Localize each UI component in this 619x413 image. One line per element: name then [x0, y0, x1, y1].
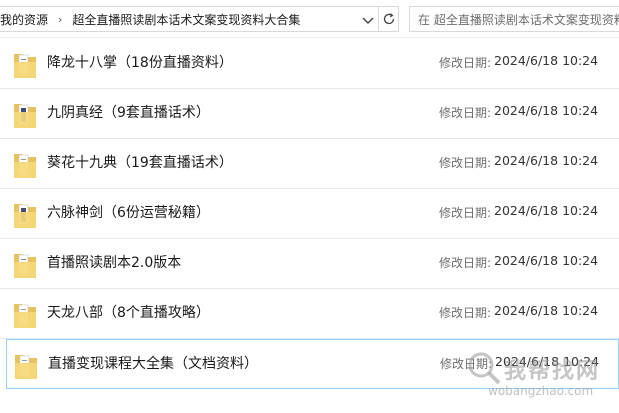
date-value: 2024/6/18 10:24 [494, 203, 599, 218]
folder-icon [15, 355, 37, 379]
list-item[interactable]: 葵花十九典（19套直播话术） 修改日期: 2024/6/18 10:24 [0, 139, 619, 189]
refresh-icon [383, 13, 394, 25]
folder-icon [14, 304, 36, 328]
folder-icon [14, 204, 36, 228]
folder-icon [14, 254, 36, 278]
date-value: 2024/6/18 10:24 [494, 303, 599, 318]
search-input[interactable]: 在 超全直播照读剧本话术文案变现资料大合集 中搜索 [409, 6, 619, 32]
date-value: 2024/6/18 10:24 [494, 153, 599, 168]
chevron-right-icon: › [58, 12, 63, 26]
date-value: 2024/6/18 10:24 [494, 253, 599, 268]
date-label: 修改日期: [439, 156, 492, 170]
date-value: 2024/6/18 10:24 [494, 53, 599, 68]
list-item[interactable]: 六脉神剑（6份运营秘籍） 修改日期: 2024/6/18 10:24 [0, 189, 619, 239]
file-name: 直播变现课程大全集（文档资料） [48, 356, 258, 372]
date-label: 修改日期: [439, 306, 492, 320]
date-value: 2024/6/18 10:24 [494, 103, 599, 118]
list-item[interactable]: 天龙八部（8个直播攻略） 修改日期: 2024/6/18 10:24 [0, 289, 619, 339]
folder-icon [14, 54, 36, 78]
file-name: 六脉神剑（6份运营秘籍） [47, 205, 210, 221]
watermark: 我帮找网 wobangzhao.com [462, 348, 619, 408]
search-placeholder: 在 超全直播照读剧本话术文案变现资料大合集 中搜索 [418, 12, 619, 27]
file-name: 首播照读剧本2.0版本 [47, 255, 182, 271]
magnifier-logo-icon [468, 352, 501, 385]
watermark-text: 我帮找网 [504, 359, 601, 384]
breadcrumb-item-parent[interactable]: 我的资源 [0, 11, 54, 28]
list-item[interactable]: 首播照读剧本2.0版本 修改日期: 2024/6/18 10:24 [0, 239, 619, 289]
date-label: 修改日期: [439, 106, 492, 120]
file-name: 天龙八部（8个直播攻略） [47, 305, 210, 321]
file-name: 降龙十八掌（18份直播资料） [47, 55, 233, 71]
list-item[interactable]: 九阴真经（9套直播话术） 修改日期: 2024/6/18 10:24 [0, 89, 619, 139]
address-bar: 我的资源 › 超全直播照读剧本话术文案变现资料大合集 在 超全直播照读剧本话术文… [0, 0, 619, 38]
breadcrumb[interactable]: 我的资源 › 超全直播照读剧本话术文案变现资料大合集 [0, 6, 379, 32]
date-label: 修改日期: [439, 206, 492, 220]
file-name: 葵花十九典（19套直播话术） [47, 155, 233, 171]
file-name: 九阴真经（9套直播话术） [47, 105, 210, 121]
date-label: 修改日期: [439, 256, 492, 270]
list-item[interactable]: 降龙十八掌（18份直播资料） 修改日期: 2024/6/18 10:24 [0, 39, 619, 89]
breadcrumb-item-current[interactable]: 超全直播照读剧本话术文案变现资料大合集 [66, 11, 306, 28]
date-label: 修改日期: [439, 56, 492, 70]
chevron-down-icon[interactable] [360, 12, 376, 28]
folder-icon [14, 154, 36, 178]
watermark-url: wobangzhao.com [488, 384, 594, 398]
file-list: 降龙十八掌（18份直播资料） 修改日期: 2024/6/18 10:24 九阴真… [0, 39, 619, 389]
refresh-button[interactable] [379, 6, 399, 32]
folder-icon [14, 104, 36, 128]
